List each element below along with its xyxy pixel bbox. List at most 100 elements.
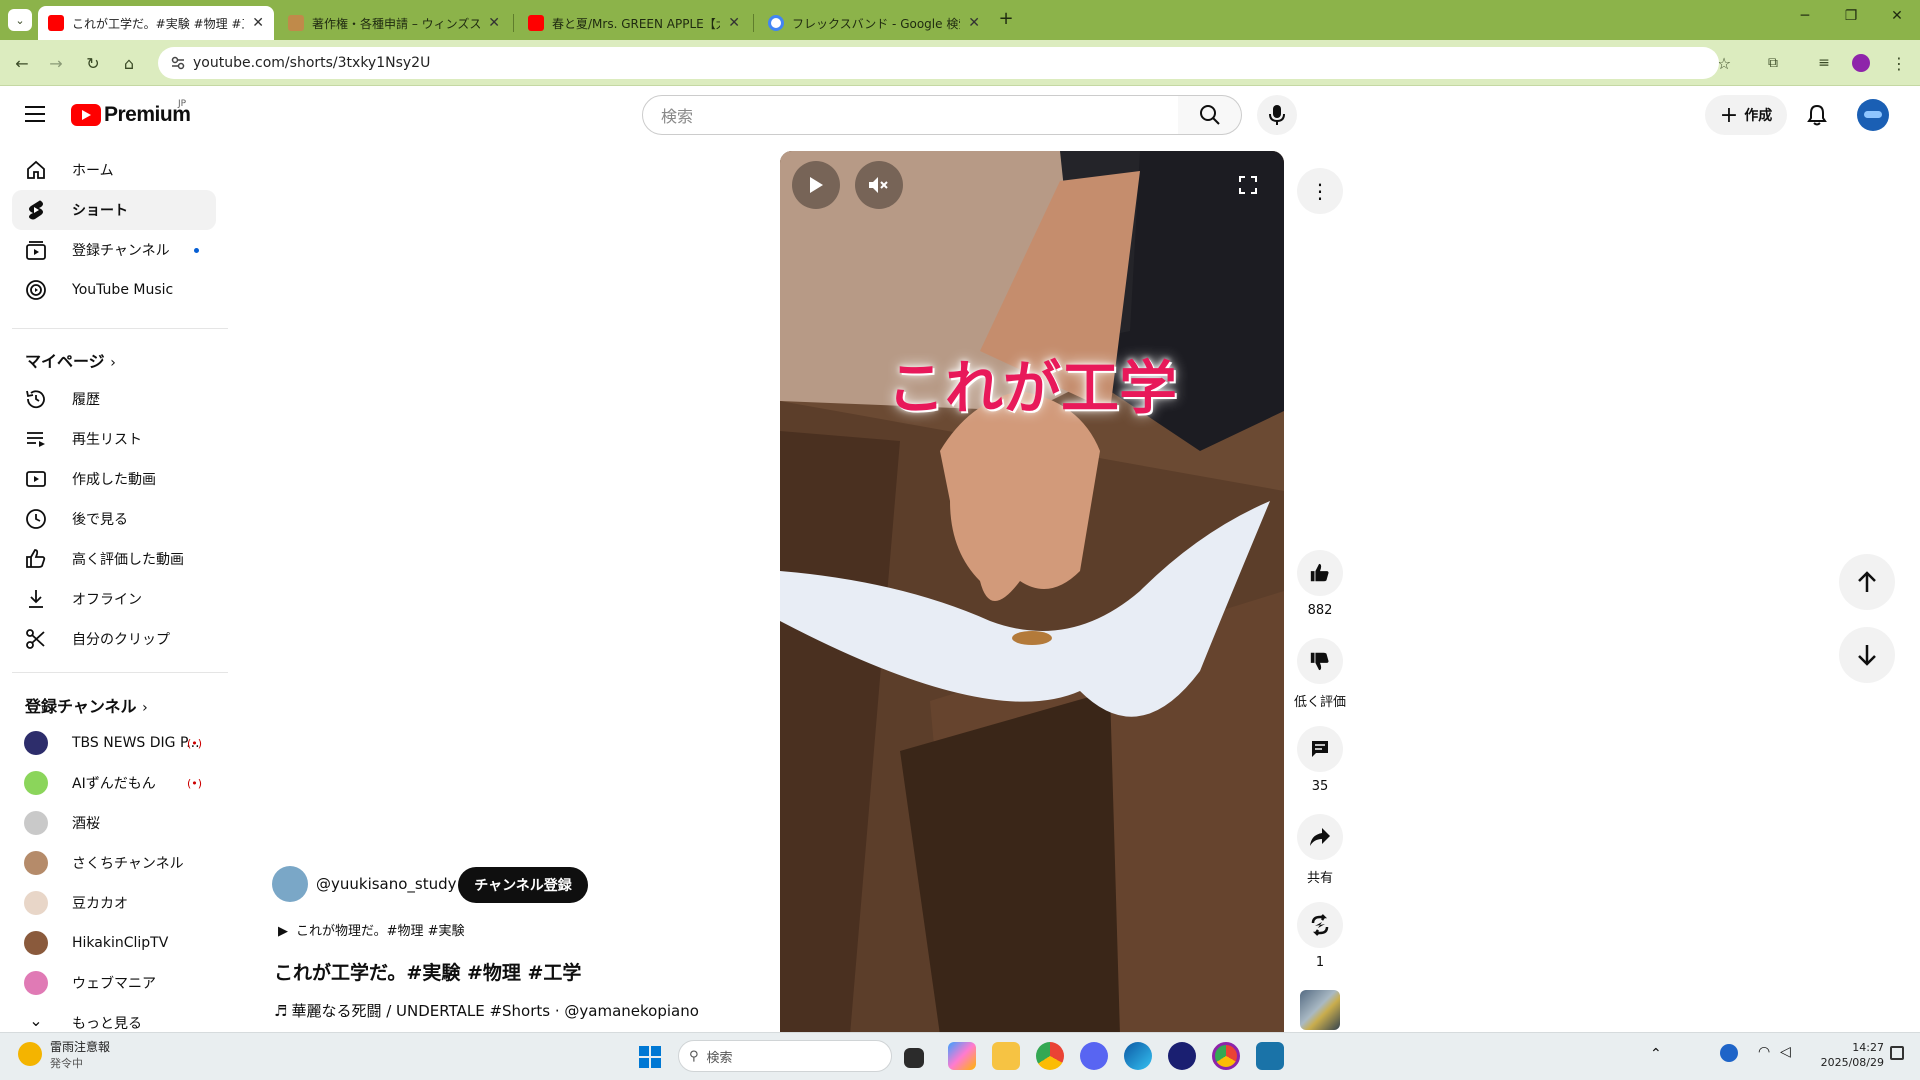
- play-button[interactable]: [792, 161, 840, 209]
- notifications-button[interactable]: [1799, 97, 1835, 133]
- subscriptions-heading[interactable]: 登録チャンネル ›: [25, 693, 148, 717]
- tray-chevron-up-icon[interactable]: ⌃: [1650, 1046, 1662, 1062]
- music-link[interactable]: ♬ 華麗なる死闘 / UNDERTALE #Shorts · @yamanekop…: [274, 1000, 699, 1021]
- forward-icon[interactable]: →: [45, 52, 67, 74]
- extensions-icon[interactable]: ⧉: [1762, 52, 1784, 74]
- taskbar-search[interactable]: ⚲ 検索: [678, 1040, 892, 1072]
- chrome-icon[interactable]: [1036, 1042, 1064, 1070]
- video-overlay-text: これが工学: [886, 354, 1177, 422]
- remix-count: 1: [1315, 955, 1325, 970]
- new-tab-icon[interactable]: +: [991, 8, 1021, 29]
- url-text: youtube.com/shorts/3txky1Nsy2U: [193, 55, 431, 71]
- tab-mrs-green-apple[interactable]: 春と夏/Mrs. GREEN APPLE【大阪 ✕: [518, 6, 750, 40]
- youtube-premium-logo[interactable]: Premium: [71, 103, 191, 127]
- sidebar-item-watch-later[interactable]: 後で見る: [12, 499, 216, 539]
- channel-item-sakuchi[interactable]: さくちチャンネル: [12, 843, 216, 883]
- create-button[interactable]: + 作成: [1705, 95, 1787, 135]
- minimize-icon[interactable]: ─: [1790, 8, 1820, 24]
- description-expander[interactable]: ▶ これが物理だ。#物理 #実験: [278, 920, 465, 939]
- sidebar-item-youtube-music[interactable]: YouTube Music: [12, 270, 216, 310]
- channel-item-webmania[interactable]: ウェブマニア: [12, 963, 216, 1003]
- wifi-icon[interactable]: ◠: [1758, 1044, 1770, 1060]
- site-info-icon[interactable]: [170, 55, 186, 71]
- chevron-right-icon: ›: [142, 700, 148, 716]
- discord-icon[interactable]: [1080, 1042, 1108, 1070]
- remix-button[interactable]: [1297, 902, 1343, 948]
- app-icon[interactable]: [1168, 1042, 1196, 1070]
- weather-widget[interactable]: 雷雨注意報 発令中: [18, 1038, 110, 1071]
- like-button[interactable]: [1297, 550, 1343, 596]
- tab-google-search[interactable]: フレックスバンド - Google 検索 ✕: [758, 6, 990, 40]
- copilot-icon[interactable]: [948, 1042, 976, 1070]
- close-tab-icon[interactable]: ✕: [488, 15, 500, 31]
- channel-item-mamecacao[interactable]: 豆カカオ: [12, 883, 216, 923]
- download-icon: [29, 590, 43, 608]
- share-button[interactable]: [1297, 814, 1343, 860]
- youtube-favicon-icon: [48, 15, 64, 31]
- account-avatar[interactable]: [1857, 99, 1889, 131]
- tray-app-icon[interactable]: [1720, 1044, 1738, 1062]
- sidebar-item-liked-videos[interactable]: 高く評価した動画: [12, 539, 216, 579]
- edge-icon[interactable]: [1124, 1042, 1152, 1070]
- comments-button[interactable]: [1297, 726, 1343, 772]
- profile-icon[interactable]: [1850, 52, 1872, 74]
- shorts-video-player[interactable]: これが工学: [780, 151, 1284, 1035]
- reload-icon[interactable]: ↻: [82, 52, 104, 74]
- sidebar-divider: [12, 672, 228, 673]
- sidebar-item-playlists[interactable]: 再生リスト: [12, 419, 216, 459]
- more-options-button[interactable]: ⋮: [1297, 168, 1343, 214]
- home-browser-icon[interactable]: ⌂: [118, 52, 140, 74]
- channel-handle[interactable]: @yuukisano_study: [316, 875, 457, 893]
- sidebar-item-subscriptions[interactable]: 登録チャンネル: [12, 230, 216, 270]
- mute-button[interactable]: [855, 161, 903, 209]
- channel-item-tbs[interactable]: TBS NEWS DIG P... (•): [12, 723, 216, 763]
- browser-menu-icon[interactable]: ⋮: [1888, 52, 1910, 74]
- restore-icon[interactable]: ❐: [1836, 8, 1866, 24]
- close-tab-icon[interactable]: ✕: [252, 15, 264, 31]
- search-button[interactable]: [1178, 95, 1242, 135]
- sidebar-item-offline[interactable]: オフライン: [12, 579, 216, 619]
- address-bar[interactable]: youtube.com/shorts/3txky1Nsy2U: [158, 47, 1719, 79]
- sidebar-item-home[interactable]: ホーム: [12, 150, 216, 190]
- chrome-profile-icon[interactable]: [1212, 1042, 1240, 1070]
- close-tab-icon[interactable]: ✕: [968, 15, 980, 31]
- previous-short-button[interactable]: [1839, 554, 1895, 610]
- channel-item-sakazakura[interactable]: 酒桜: [12, 803, 216, 843]
- mypage-heading[interactable]: マイページ ›: [25, 348, 116, 372]
- sound-thumbnail[interactable]: [1300, 990, 1340, 1030]
- sidebar-item-history[interactable]: 履歴: [12, 379, 216, 419]
- next-short-button[interactable]: [1839, 627, 1895, 683]
- media-controls-icon[interactable]: ≡: [1813, 52, 1835, 74]
- windows-start-icon[interactable]: [638, 1045, 662, 1069]
- thumbs-up-icon: [1310, 563, 1329, 582]
- dislike-button[interactable]: [1297, 638, 1343, 684]
- tab-search-chevron-icon[interactable]: ⌄: [8, 9, 32, 31]
- clock-time: 14:27: [1852, 1041, 1884, 1054]
- app-k-icon[interactable]: [1256, 1042, 1284, 1070]
- new-content-dot: [194, 248, 199, 253]
- tab-copyright[interactable]: 著作権・各種申請 – ウィンズスコア ✕: [278, 6, 510, 40]
- voice-search-button[interactable]: [1257, 95, 1297, 135]
- fullscreen-button[interactable]: [1224, 161, 1272, 209]
- your-videos-icon: [26, 471, 46, 487]
- task-view-icon[interactable]: [904, 1048, 924, 1068]
- channel-avatar[interactable]: [272, 866, 308, 902]
- notification-center-icon[interactable]: [1890, 1046, 1904, 1060]
- search-input[interactable]: 検索: [642, 95, 1179, 135]
- sidebar-item-clips[interactable]: 自分のクリップ: [12, 619, 216, 659]
- hamburger-menu-icon[interactable]: [25, 105, 47, 123]
- shorts-icon: [29, 200, 43, 220]
- close-tab-icon[interactable]: ✕: [728, 15, 740, 31]
- channel-item-hikakinclip[interactable]: HikakinClipTV: [12, 923, 216, 963]
- sidebar-item-your-videos[interactable]: 作成した動画: [12, 459, 216, 499]
- sidebar-item-shorts[interactable]: ショート: [12, 190, 216, 230]
- sidebar-item-label: 履歴: [72, 392, 100, 408]
- channel-item-zundamon[interactable]: AIずんだもん (•): [12, 763, 216, 803]
- back-icon[interactable]: ←: [11, 52, 33, 74]
- tab-shorts[interactable]: これが工学だ。#実験 #物理 #工学 ✕: [38, 6, 274, 40]
- subscribe-button[interactable]: チャンネル登録: [458, 867, 588, 903]
- speaker-icon[interactable]: ◁: [1780, 1044, 1791, 1060]
- close-window-icon[interactable]: ✕: [1882, 8, 1912, 24]
- file-explorer-icon[interactable]: [992, 1042, 1020, 1070]
- system-clock[interactable]: 14:27 2025/08/29: [1814, 1040, 1884, 1070]
